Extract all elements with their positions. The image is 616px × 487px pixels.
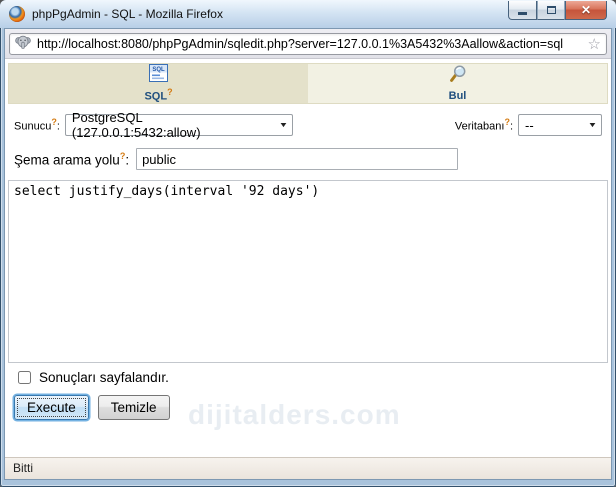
minimize-icon <box>518 12 527 15</box>
chevron-down-icon: ▼ <box>279 122 289 129</box>
paginate-row: Sonuçları sayfalandır. <box>18 370 611 385</box>
schema-search-path-input[interactable] <box>136 148 458 170</box>
clear-button[interactable]: Temizle <box>98 395 170 420</box>
browser-client-area: http://localhost:8080/phpPgAdmin/sqledit… <box>4 28 612 480</box>
window-controls: ✕ <box>508 1 607 20</box>
postgresql-favicon <box>15 34 31 55</box>
server-database-row: Sunucu?: PostgreSQL (127.0.0.1:5432:allo… <box>5 114 611 136</box>
database-select[interactable]: -- ▼ <box>518 114 602 136</box>
server-label: Sunucu?: <box>14 117 60 133</box>
tab-find[interactable]: Bul <box>308 64 607 103</box>
magnifier-icon <box>448 64 468 89</box>
sql-document-icon: SQL <box>149 64 168 87</box>
action-buttons: Execute Temizle <box>14 395 611 420</box>
chevron-down-icon: ▼ <box>588 122 598 129</box>
titlebar[interactable]: phpPgAdmin - SQL - Mozilla Firefox ✕ <box>0 0 616 28</box>
location-bar: http://localhost:8080/phpPgAdmin/sqledit… <box>5 29 611 59</box>
schema-label: Şema arama yolu?: <box>14 151 129 168</box>
sql-help-link[interactable]: ? <box>167 87 173 97</box>
maximize-button[interactable] <box>537 1 565 20</box>
bookmark-star-icon[interactable]: ☆ <box>588 37 601 52</box>
paginate-checkbox[interactable] <box>18 371 31 384</box>
server-select[interactable]: PostgreSQL (127.0.0.1:5432:allow) ▼ <box>65 114 293 136</box>
tab-bar: SQL SQL? Bul <box>8 63 608 104</box>
tab-sql-label: SQL? <box>144 88 172 103</box>
close-icon: ✕ <box>581 3 591 17</box>
firefox-icon <box>9 6 25 22</box>
paginate-label: Sonuçları sayfalandır. <box>39 370 169 385</box>
server-select-value: PostgreSQL (127.0.0.1:5432:allow) <box>72 110 272 140</box>
firefox-window: phpPgAdmin - SQL - Mozilla Firefox ✕ <box>0 0 616 487</box>
svg-text:SQL: SQL <box>152 67 165 73</box>
tab-find-label: Bul <box>449 90 467 102</box>
database-label: Veritabanı?: <box>455 117 513 133</box>
url-input[interactable]: http://localhost:8080/phpPgAdmin/sqledit… <box>9 33 607 55</box>
close-button[interactable]: ✕ <box>565 1 607 20</box>
database-select-value: -- <box>525 118 534 133</box>
url-text: http://localhost:8080/phpPgAdmin/sqledit… <box>37 37 582 51</box>
status-bar: Bitti <box>5 457 611 479</box>
schema-row: Şema arama yolu?: <box>5 148 611 170</box>
sql-query-textarea[interactable]: select justify_days(interval '92 days') <box>8 180 608 363</box>
execute-button[interactable]: Execute <box>14 395 89 420</box>
minimize-button[interactable] <box>508 1 537 20</box>
tab-sql[interactable]: SQL SQL? <box>9 64 308 103</box>
phppgadmin-page: SQL SQL? Bul <box>5 59 611 457</box>
status-text: Bitti <box>13 461 33 475</box>
maximize-icon <box>547 6 556 14</box>
window-title: phpPgAdmin - SQL - Mozilla Firefox <box>32 7 223 21</box>
